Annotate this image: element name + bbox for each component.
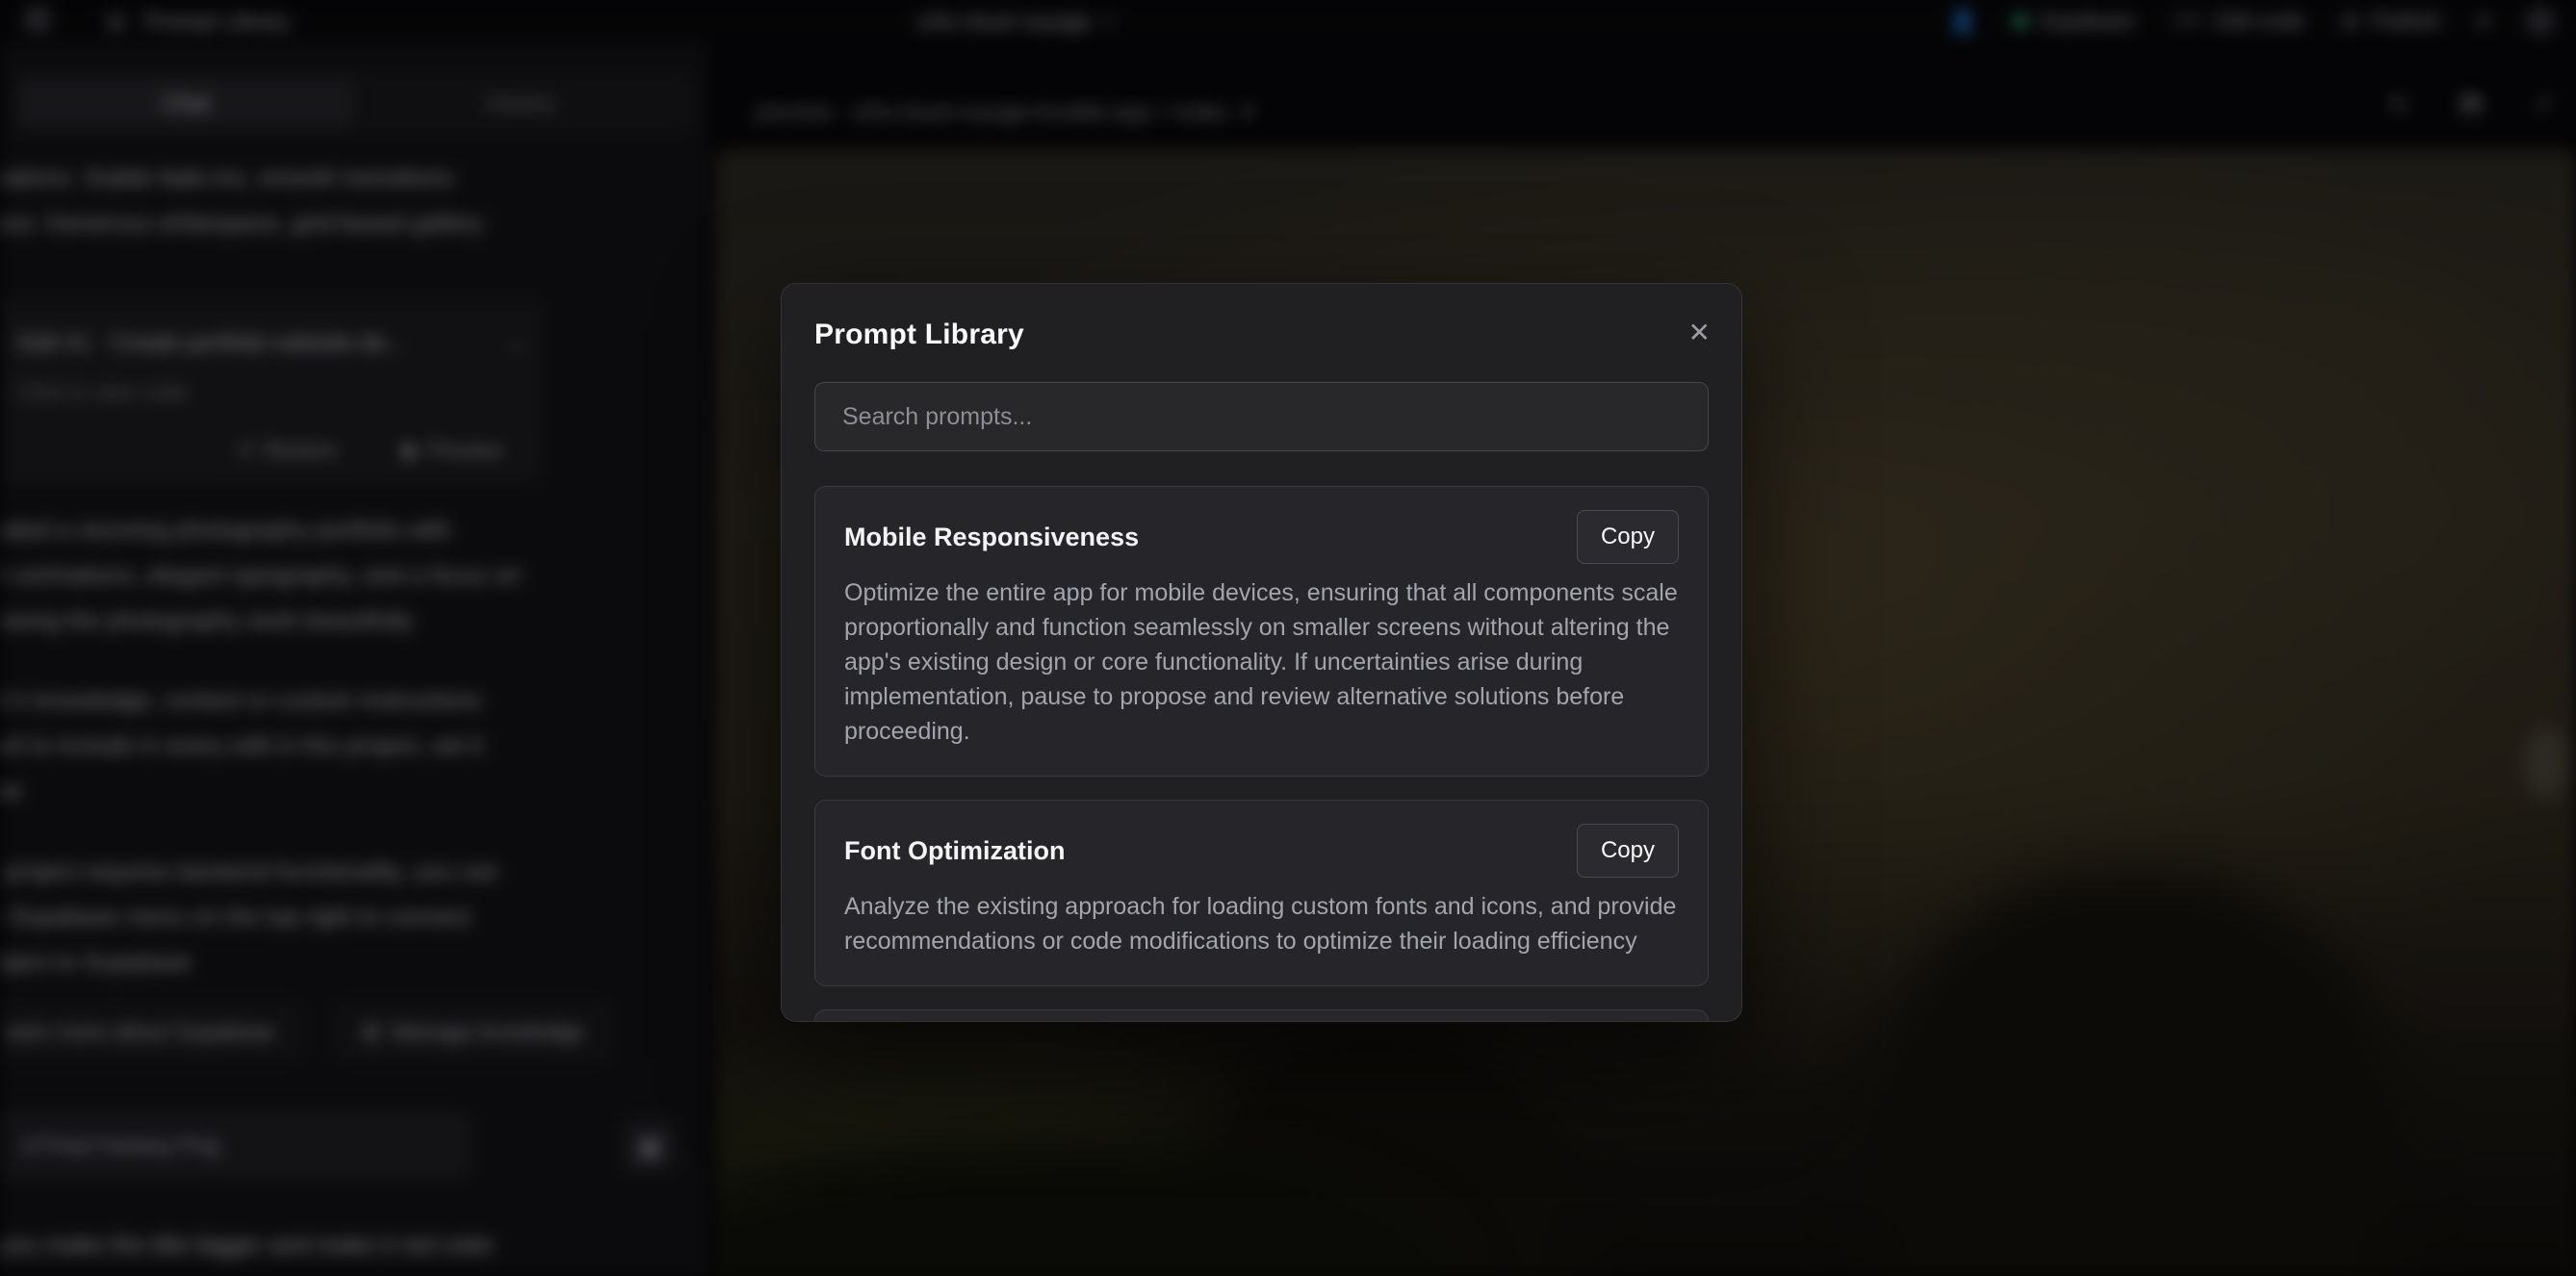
prompt-card-mobile-responsiveness: Mobile Responsiveness Copy Optimize the … xyxy=(814,486,1709,777)
app-window: ▤ Prompt Library urfa cloud voyage ▾ 👤 S… xyxy=(0,0,2576,1276)
copy-button[interactable]: Copy xyxy=(1577,824,1679,878)
prompt-library-modal: Prompt Library ✕ Mobile Responsiveness C… xyxy=(781,283,1742,1022)
prompt-body: Optimize the entire app for mobile devic… xyxy=(844,575,1679,749)
prompt-card-header: Font Optimization Copy xyxy=(844,824,1679,878)
close-icon[interactable]: ✕ xyxy=(1688,317,1711,348)
prompt-card-header: Mobile Responsiveness Copy xyxy=(844,510,1679,564)
prompt-title: Mobile Responsiveness xyxy=(844,523,1139,552)
prompt-body: Analyze the existing approach for loadin… xyxy=(844,889,1679,958)
prompt-card-partial xyxy=(814,1009,1709,1022)
prompt-card-font-optimization: Font Optimization Copy Analyze the exist… xyxy=(814,800,1709,986)
search-input[interactable] xyxy=(814,382,1709,451)
modal-title: Prompt Library xyxy=(814,319,1709,351)
copy-button[interactable]: Copy xyxy=(1577,510,1679,564)
prompt-list: Mobile Responsiveness Copy Optimize the … xyxy=(814,486,1709,1022)
prompt-title: Font Optimization xyxy=(844,836,1065,866)
